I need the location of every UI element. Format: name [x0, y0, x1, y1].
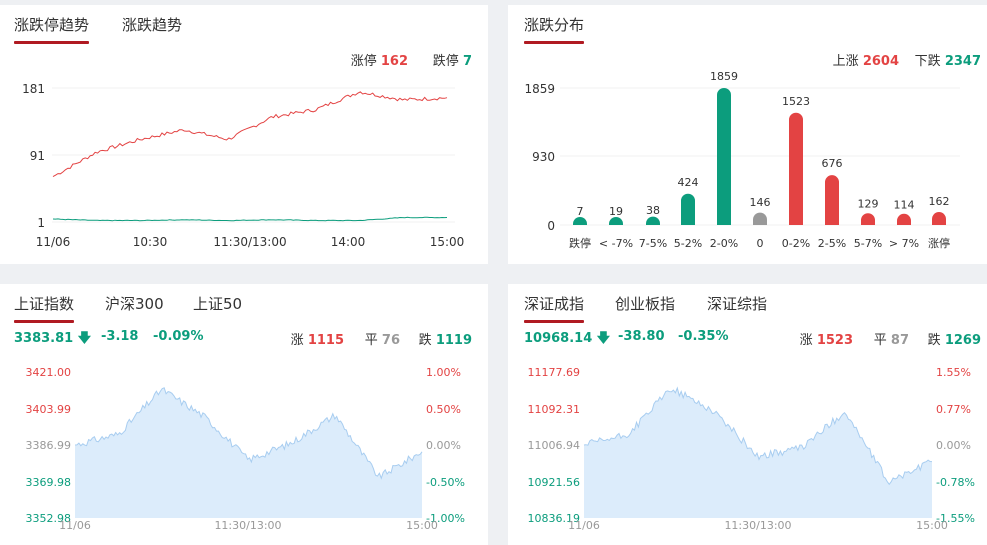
distribution-panel: 涨跌分布 上涨 2604 下跌 2347 1859 930 0 7 跌停 19 < -…: [508, 5, 987, 264]
sh-index-chart: 3421.00 3403.99 3386.99 3369.98 3352.98 …: [26, 366, 465, 532]
x-tick: 11:30/13:00: [724, 519, 791, 532]
price-tick: 11006.94: [528, 439, 581, 452]
bar-value-label: 129: [858, 197, 879, 210]
y-tick: 91: [30, 149, 45, 163]
category-label: 2-0%: [710, 237, 738, 250]
x-tick: 11:30/13:00: [214, 519, 281, 532]
x-tick: 15:00: [406, 519, 438, 532]
pct-tick: 0.77%: [936, 403, 971, 416]
pct-tick: 0.50%: [426, 403, 461, 416]
bar: [609, 217, 623, 225]
bar-value-label: 114: [894, 199, 915, 212]
pct-tick: 1.55%: [936, 366, 971, 379]
bar-value-label: 38: [646, 204, 660, 217]
bar: [789, 112, 803, 225]
sz-index-chart: 11177.69 11092.31 11006.94 10921.56 1083…: [528, 366, 975, 532]
bar-value-label: 19: [609, 205, 623, 218]
price-tick: 10921.56: [528, 476, 581, 489]
y-tick: 0: [547, 219, 555, 233]
price-area: [75, 387, 422, 518]
pct-tick: 1.00%: [426, 366, 461, 379]
pct-tick: 0.00%: [936, 439, 971, 452]
bar: [681, 193, 695, 225]
price-tick: 11092.31: [528, 403, 581, 416]
distribution-chart: 1859 930 0 7 跌停 19 < -7% 38 7-5% 424 5-2% 1859 2-…: [524, 70, 960, 250]
category-label: 5-2%: [674, 237, 702, 250]
bar: [932, 212, 946, 225]
x-tick: 10:30: [133, 235, 168, 249]
price-tick: 3386.99: [26, 439, 72, 452]
x-tick: 15:00: [916, 519, 948, 532]
series-line-limit-down: [52, 216, 448, 222]
price-tick: 3403.99: [26, 403, 72, 416]
bar-value-label: 162: [929, 195, 950, 208]
y-tick: 1859: [524, 82, 555, 96]
price-tick: 3421.00: [26, 366, 72, 379]
sh-index-panel: 上证指数 沪深300 上证50 3383.81 🡇 -3.18 -0.09% 涨…: [0, 284, 488, 545]
pct-tick: 0.00%: [426, 439, 461, 452]
bar: [861, 213, 875, 225]
bar-value-label: 424: [678, 176, 699, 189]
series-line-limit-up: [52, 91, 448, 178]
y-tick: 1: [37, 216, 45, 230]
category-label: 0-2%: [782, 237, 810, 250]
price-area: [584, 388, 932, 518]
category-label: 跌停: [569, 236, 591, 250]
bar: [825, 175, 839, 225]
bar-value-label: 676: [822, 157, 843, 170]
limit-trend-chart: 181 91 1 11/06 10:30 11:30/13:00 14:00 1…: [22, 82, 465, 249]
category-label: < -7%: [599, 237, 633, 250]
price-tick: 3369.98: [26, 476, 72, 489]
bar: [897, 213, 911, 225]
price-tick: 11177.69: [528, 366, 581, 379]
category-label: 5-7%: [854, 237, 882, 250]
bar-value-label: 7: [577, 205, 584, 218]
bar: [573, 217, 587, 225]
bar-value-label: 146: [750, 196, 771, 209]
bar: [717, 88, 731, 225]
x-tick: 15:00: [430, 235, 465, 249]
pct-tick: -0.78%: [936, 476, 975, 489]
limit-trend-panel: 涨跌停趋势 涨跌趋势 涨停 162 跌停 7 181 91 1 11/06 10…: [0, 5, 488, 264]
x-tick: 11:30/13:00: [213, 235, 286, 249]
category-label: 0: [757, 237, 764, 250]
x-tick: 11/06: [59, 519, 91, 532]
category-label: 涨停: [928, 236, 950, 250]
x-tick: 14:00: [331, 235, 366, 249]
y-tick: 930: [532, 150, 555, 164]
bar-value-label: 1523: [782, 95, 810, 108]
x-tick: 11/06: [568, 519, 600, 532]
sz-index-panel: 深证成指 创业板指 深证综指 10968.14 🡇 -38.80 -0.35% …: [508, 284, 987, 545]
y-tick: 181: [22, 82, 45, 96]
bar: [646, 216, 660, 225]
bar: [753, 212, 767, 225]
bar-value-label: 1859: [710, 70, 738, 83]
pct-tick: -0.50%: [426, 476, 465, 489]
category-label: > 7%: [889, 237, 919, 250]
x-tick: 11/06: [36, 235, 71, 249]
category-label: 2-5%: [818, 237, 846, 250]
category-label: 7-5%: [639, 237, 667, 250]
